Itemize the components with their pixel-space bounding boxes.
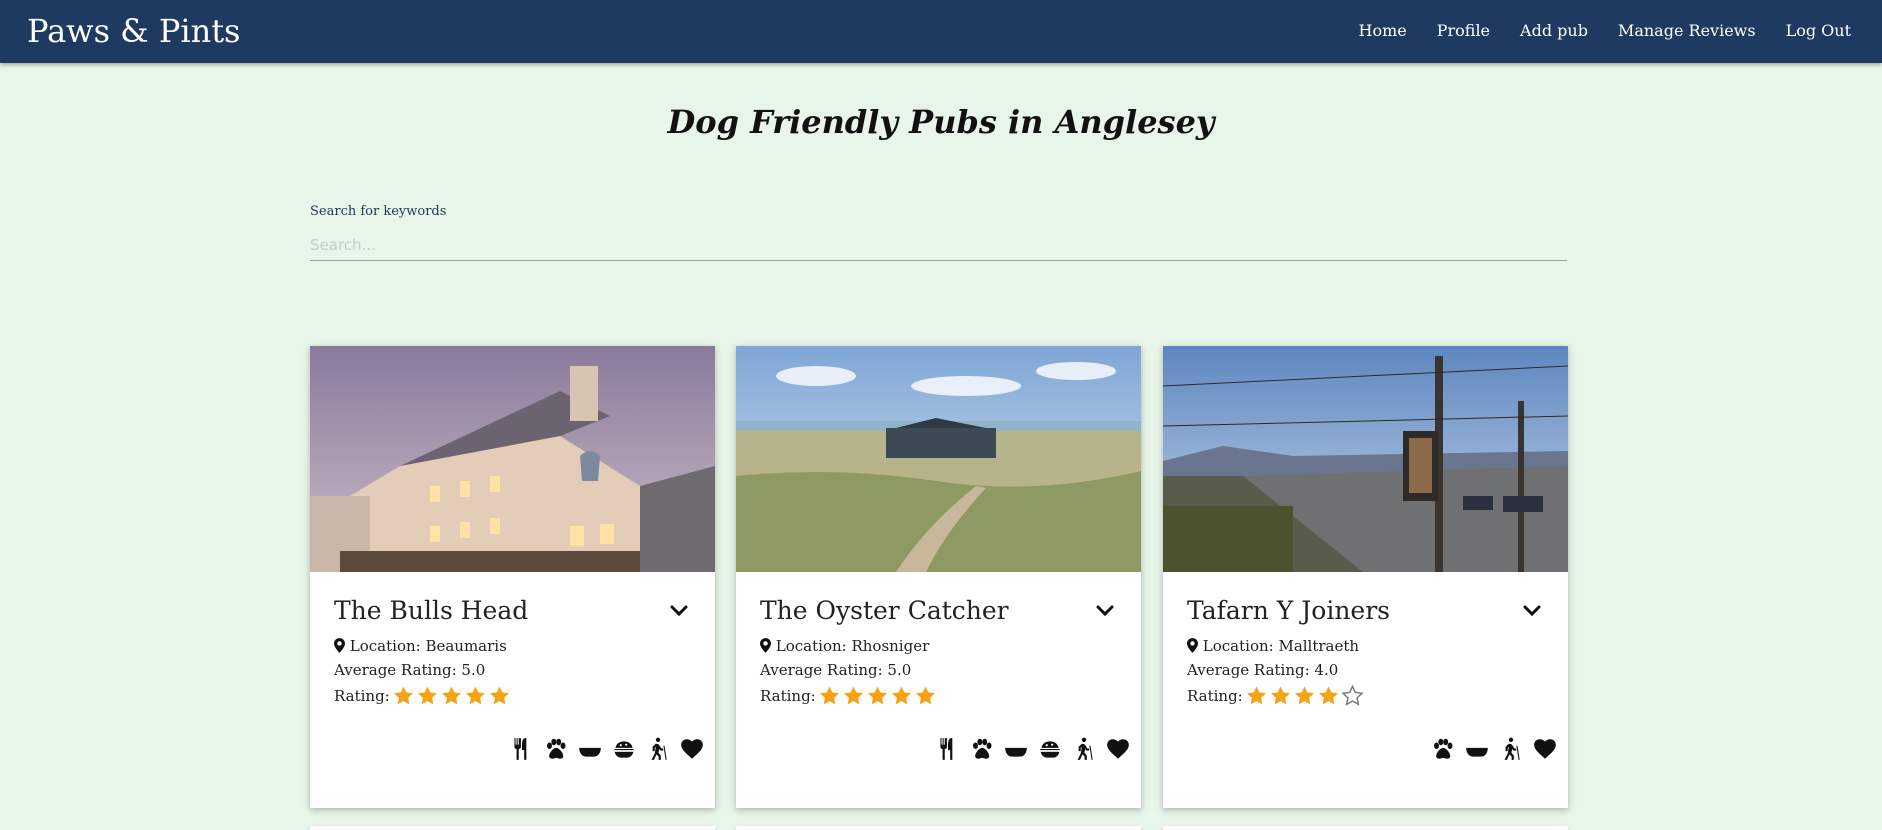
pub-rating: Rating:: [760, 684, 938, 708]
paw-icon: [1434, 738, 1453, 759]
pub-image: [310, 346, 715, 572]
chevron-down-icon[interactable]: [1093, 599, 1117, 623]
star-filled-icon: [915, 686, 935, 705]
search-label: Search for keywords: [310, 204, 447, 219]
water-bowl-icon: [1005, 747, 1027, 757]
pub-average-rating: Average Rating: 4.0: [1187, 661, 1339, 679]
star-rating: [392, 685, 512, 707]
heart-icon: [1534, 739, 1556, 759]
pub-location-text: Location: Beaumaris: [349, 637, 507, 655]
star-filled-icon: [465, 686, 485, 705]
amenity-icons: [509, 736, 705, 762]
dog-food-icon: [614, 741, 634, 758]
pub-average-rating: Average Rating: 5.0: [760, 661, 912, 679]
pub-card-partial: [736, 826, 1141, 830]
star-filled-icon: [867, 686, 887, 705]
paw-icon: [547, 738, 566, 759]
star-filled-icon: [1246, 686, 1266, 705]
brand-logo[interactable]: Paws & Pints: [27, 10, 240, 52]
star-filled-icon: [489, 686, 509, 705]
navbar: Paws & Pints Home Profile Add pub Manage…: [0, 0, 1882, 63]
star-empty-icon: [1341, 685, 1364, 706]
pub-location: Location: Rhosniger: [760, 636, 929, 656]
pub-image: [1163, 346, 1568, 572]
pub-name: The Bulls Head: [334, 596, 529, 625]
amenity-icons: [1430, 736, 1558, 762]
pub-location: Location: Beaumaris: [334, 636, 507, 656]
nav-home[interactable]: Home: [1358, 20, 1406, 42]
heart-icon: [681, 739, 703, 759]
dog-food-icon: [1040, 741, 1060, 758]
pub-average-rating: Average Rating: 5.0: [334, 661, 486, 679]
nav-add-pub[interactable]: Add pub: [1520, 20, 1588, 42]
amenity-icons: [935, 736, 1131, 762]
star-filled-icon: [891, 686, 911, 705]
nav-links: Home Profile Add pub Manage Reviews Log …: [1358, 20, 1851, 42]
walking-icon: [651, 737, 667, 760]
pub-rating: Rating:: [1187, 684, 1365, 708]
star-filled-icon: [1270, 686, 1290, 705]
rating-label: Rating:: [760, 687, 816, 705]
star-rating: [818, 685, 938, 707]
map-pin-icon: [334, 638, 345, 653]
pub-location: Location: Malltraeth: [1187, 636, 1359, 656]
walking-icon: [1077, 737, 1093, 760]
pub-rating: Rating:: [334, 684, 512, 708]
pub-card: Tafarn Y Joiners Location: Malltraeth Av…: [1163, 346, 1568, 808]
star-filled-icon: [843, 686, 863, 705]
pub-card: The Oyster Catcher Location: Rhosniger A…: [736, 346, 1141, 808]
star-rating: [1245, 685, 1365, 707]
star-filled-icon: [393, 686, 413, 705]
search-input[interactable]: [310, 229, 1567, 261]
food-icon: [514, 738, 527, 760]
star-filled-icon: [1318, 686, 1338, 705]
star-filled-icon: [417, 686, 437, 705]
pub-image: [736, 346, 1141, 572]
heart-icon: [1107, 739, 1129, 759]
star-filled-icon: [1294, 686, 1314, 705]
walking-icon: [1504, 737, 1520, 760]
pub-name: The Oyster Catcher: [760, 596, 1009, 625]
pub-card-partial: [310, 826, 715, 830]
map-pin-icon: [1187, 638, 1198, 653]
search-section: Search for keywords: [310, 203, 1567, 261]
paw-icon: [973, 738, 992, 759]
food-icon: [940, 738, 953, 760]
chevron-down-icon[interactable]: [1520, 599, 1544, 623]
pub-location-text: Location: Rhosniger: [775, 637, 930, 655]
nav-manage-reviews[interactable]: Manage Reviews: [1618, 20, 1756, 42]
pub-card: The Bulls Head Location: Beaumaris Avera…: [310, 346, 715, 808]
water-bowl-icon: [579, 747, 601, 757]
pub-location-text: Location: Malltraeth: [1202, 637, 1360, 655]
map-pin-icon: [760, 638, 771, 653]
chevron-down-icon[interactable]: [667, 599, 691, 623]
rating-label: Rating:: [334, 687, 390, 705]
water-bowl-icon: [1466, 747, 1488, 757]
page-title: Dog Friendly Pubs in Anglesey: [667, 103, 1215, 141]
pub-name: Tafarn Y Joiners: [1187, 596, 1390, 625]
star-filled-icon: [441, 686, 461, 705]
rating-label: Rating:: [1187, 687, 1243, 705]
star-filled-icon: [819, 686, 839, 705]
pub-card-partial: [1163, 826, 1568, 830]
nav-log-out[interactable]: Log Out: [1786, 20, 1851, 42]
nav-profile[interactable]: Profile: [1437, 20, 1490, 42]
